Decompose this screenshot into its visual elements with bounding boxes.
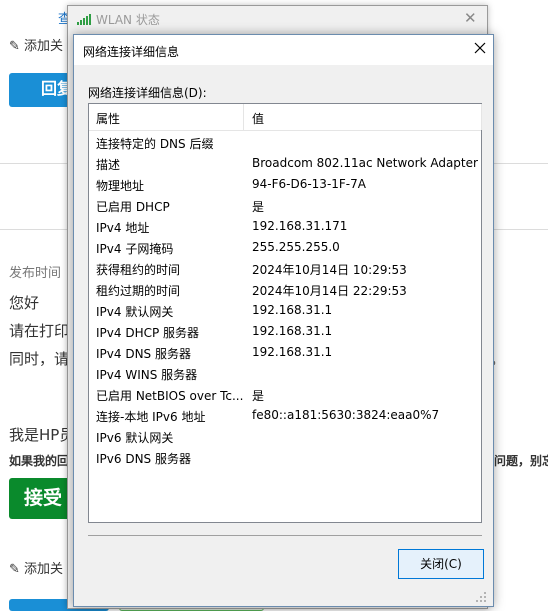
table-row[interactable]: 获得租约的时间 2024年10月14日 10:29:53 — [89, 258, 481, 279]
property-cell: 描述 — [96, 158, 121, 172]
table-row[interactable]: IPv4 默认网关 192.168.31.1 — [89, 300, 481, 321]
value-cell: 是 — [252, 200, 265, 214]
table-row[interactable]: 物理地址 94-F6-D6-13-1F-7A — [89, 174, 481, 195]
property-cell: IPv4 DHCP 服务器 — [96, 326, 200, 340]
property-cell: IPv6 DNS 服务器 — [96, 452, 191, 466]
details-list[interactable]: 属性 值 连接特定的 DNS 后缀 描述 Broadcom 802.11ac Net… — [88, 103, 482, 523]
dialog-title: 网络连接详细信息 — [83, 45, 180, 59]
add-related-label: 添加关 — [24, 562, 64, 577]
property-cell: IPv4 地址 — [96, 221, 150, 235]
accept-button-label: 接受 — [24, 487, 63, 509]
hp-intro-text: 我是HP员 — [9, 426, 75, 444]
bold-line: 如果我的回 — [9, 454, 70, 468]
property-cell: 物理地址 — [96, 179, 145, 193]
divider — [88, 535, 482, 536]
bold-line-tail: 问题，别忘 — [494, 454, 548, 468]
post-time-label: 发布时间 — [9, 266, 62, 281]
list-header: 属性 值 — [89, 104, 482, 131]
close-button[interactable]: 关闭(C) — [398, 549, 484, 579]
value-cell: 192.168.31.1 — [252, 324, 333, 338]
value-cell: Broadcom 802.11ac Network Adapter — [252, 156, 478, 170]
resize-grip-icon[interactable] — [474, 590, 488, 604]
body-line-1: 请在打印 — [9, 322, 70, 340]
column-header-value[interactable]: 值 — [252, 110, 264, 127]
wlan-window-title: WLAN 状态 — [96, 13, 160, 27]
column-separator[interactable] — [243, 104, 244, 130]
pencil-icon: ✎ — [9, 562, 20, 577]
table-row[interactable]: 描述 Broadcom 802.11ac Network Adapter — [89, 153, 481, 174]
value-cell: 192.168.31.1 — [252, 345, 333, 359]
table-row[interactable]: 连接-本地 IPv6 地址 fe80::a181:5630:3824:eaa0%7 — [89, 405, 481, 426]
value-cell: 192.168.31.171 — [252, 219, 348, 233]
value-cell: 2024年10月14日 22:29:53 — [252, 284, 407, 298]
greeting-text: 您好 — [9, 294, 40, 312]
add-related-label: 添加关 — [24, 39, 64, 54]
table-row[interactable]: 已启用 NetBIOS over Tc... 是 — [89, 384, 481, 405]
column-separator[interactable] — [481, 104, 482, 130]
table-row[interactable]: IPv4 地址 192.168.31.171 — [89, 216, 481, 237]
table-row[interactable]: IPv6 DNS 服务器 — [89, 447, 481, 468]
property-cell: 已启用 DHCP — [96, 200, 170, 214]
dialog-titlebar: 网络连接详细信息 — [74, 35, 493, 65]
property-cell: IPv4 子网掩码 — [96, 242, 174, 256]
table-row[interactable]: IPv4 子网掩码 255.255.255.0 — [89, 237, 481, 258]
value-cell: 192.168.31.1 — [252, 303, 333, 317]
table-row[interactable]: 租约过期的时间 2024年10月14日 22:29:53 — [89, 279, 481, 300]
pencil-icon: ✎ — [9, 39, 20, 54]
table-row[interactable]: IPv4 DNS 服务器 192.168.31.1 — [89, 342, 481, 363]
add-related-link[interactable]: ✎ 添加关 — [9, 558, 63, 577]
network-details-dialog: 网络连接详细信息 网络连接详细信息(D): 属性 值 连接特定的 DNS 后缀描… — [73, 34, 494, 607]
value-cell: fe80::a181:5630:3824:eaa0%7 — [252, 408, 440, 422]
wifi-signal-icon — [77, 14, 91, 25]
property-cell: 租约过期的时间 — [96, 284, 181, 298]
property-cell: 获得租约的时间 — [96, 263, 181, 277]
value-cell: 2024年10月14日 10:29:53 — [252, 263, 407, 277]
value-cell: 是 — [252, 389, 265, 403]
close-icon[interactable] — [472, 40, 488, 56]
property-cell: 已启用 NetBIOS over Tc... — [96, 389, 244, 403]
table-row[interactable]: 连接特定的 DNS 后缀 — [89, 132, 481, 153]
table-row[interactable]: IPv4 WINS 服务器 — [89, 363, 481, 384]
body-line-2: 同时，请 — [9, 350, 70, 368]
property-cell: IPv4 默认网关 — [96, 305, 174, 319]
details-list-label: 网络连接详细信息(D): — [88, 86, 207, 100]
add-related-link[interactable]: ✎ 添加关 — [9, 35, 63, 54]
table-row[interactable]: IPv4 DHCP 服务器 192.168.31.1 — [89, 321, 481, 342]
table-row[interactable]: 已启用 DHCP 是 — [89, 195, 481, 216]
value-cell: 255.255.255.0 — [252, 240, 340, 254]
close-icon[interactable]: ✕ — [464, 9, 477, 27]
column-header-property[interactable]: 属性 — [96, 110, 120, 127]
property-cell: 连接-本地 IPv6 地址 — [96, 410, 206, 424]
property-cell: IPv6 默认网关 — [96, 431, 174, 445]
table-row[interactable]: IPv6 默认网关 — [89, 426, 481, 447]
property-cell: IPv4 WINS 服务器 — [96, 368, 198, 382]
value-cell: 94-F6-D6-13-1F-7A — [252, 177, 366, 191]
property-cell: 连接特定的 DNS 后缀 — [96, 137, 214, 151]
property-cell: IPv4 DNS 服务器 — [96, 347, 191, 361]
